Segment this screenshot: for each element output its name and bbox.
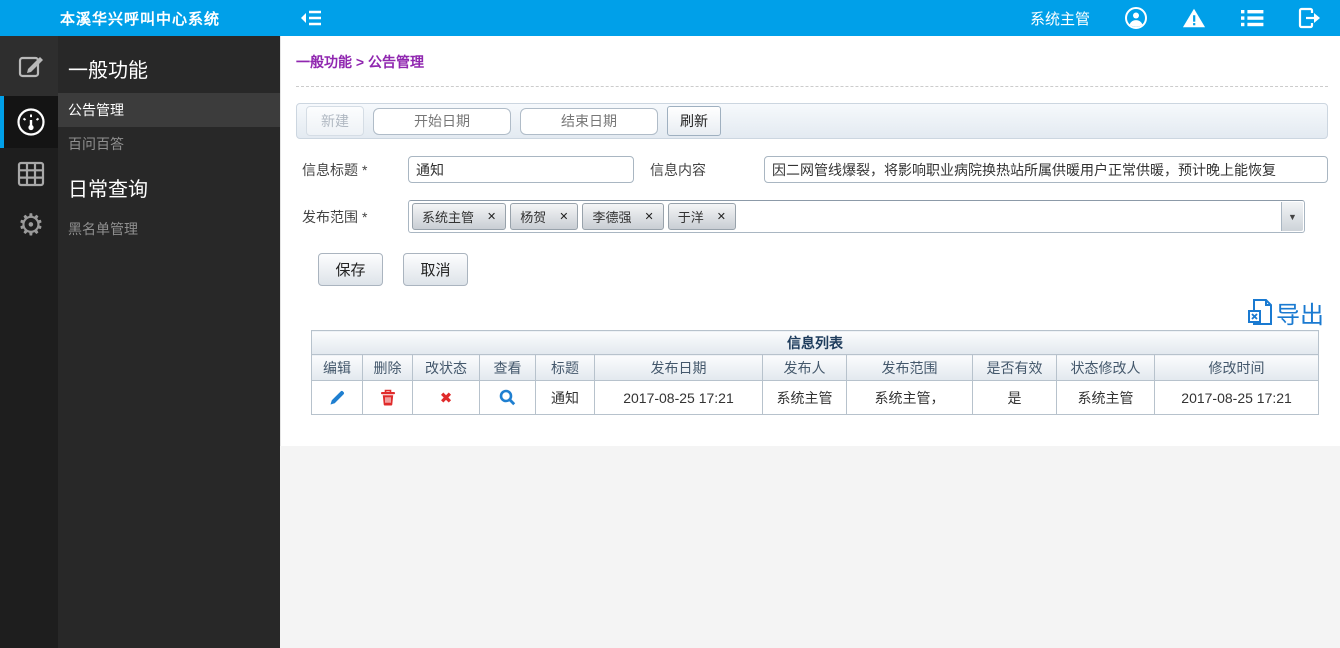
current-user-label: 系统主管 (1029, 10, 1090, 28)
content-input[interactable] (764, 156, 1328, 183)
tag-label: 于洋 (677, 210, 704, 225)
sidebar: ⚙ 一般功能 公告管理 百问百答 日常查询 黑名单管理 (0, 36, 280, 648)
table-title: 信息列表 (310, 330, 1320, 355)
data-grid-icon[interactable] (0, 148, 58, 200)
table-row: ✖ 通知 2017-08-25 17:21 系统主管 系统主管， 是 系统主管 … (311, 380, 1320, 415)
edit-pencil-icon[interactable] (329, 389, 346, 406)
new-button[interactable]: 新建 (306, 106, 364, 136)
main-area: 一般功能 > 公告管理 新建 刷新 信息标题* 信息内容 发布范围* 系统主管 (280, 36, 1340, 648)
edit-module-icon[interactable] (0, 36, 58, 96)
cancel-button[interactable]: 取消 (403, 253, 468, 286)
col-change-status: 改状态 (412, 354, 480, 381)
col-delete: 删除 (362, 354, 413, 381)
remove-tag-icon[interactable]: ✕ (559, 210, 568, 223)
toolbar: 新建 刷新 (296, 103, 1328, 139)
dashboard-gauge-icon[interactable] (0, 96, 58, 148)
scope-label: 发布范围 (302, 208, 358, 225)
cell-publish-date: 2017-08-25 17:21 (594, 380, 763, 415)
alert-warning-icon[interactable] (1182, 6, 1206, 30)
form-actions: 保存 取消 (296, 253, 1328, 286)
remove-tag-icon[interactable]: ✕ (717, 210, 726, 223)
end-date-input[interactable] (520, 107, 658, 135)
cell-valid: 是 (972, 380, 1057, 415)
breadcrumb[interactable]: 一般功能 > 公告管理 (296, 36, 1328, 72)
gear-glyph: ⚙ (17, 209, 45, 242)
required-mark: * (362, 161, 368, 178)
cell-status-modifier: 系统主管 (1056, 380, 1155, 415)
refresh-button[interactable]: 刷新 (667, 106, 721, 136)
remove-tag-icon[interactable]: ✕ (644, 210, 653, 223)
cell-scope: 系统主管， (846, 380, 973, 415)
export-button[interactable]: 导出 (296, 296, 1324, 329)
title-input[interactable] (408, 156, 634, 183)
table-header-row: 编辑 删除 改状态 查看 标题 发布日期 发布人 发布范围 是否有效 状态修改人… (311, 354, 1320, 381)
cell-modified-time: 2017-08-25 17:21 (1153, 380, 1320, 415)
remove-tag-icon[interactable]: ✕ (487, 210, 496, 223)
settings-gear-icon[interactable]: ⚙ (0, 200, 58, 252)
excel-file-icon (1246, 297, 1276, 327)
info-table: 信息列表 编辑 删除 改状态 查看 标题 发布日期 发布人 发布范围 是否有效 … (310, 330, 1320, 415)
scope-tag: 杨贺 ✕ (510, 203, 579, 230)
sidebar-item-blacklist-mgmt[interactable]: 黑名单管理 (58, 212, 280, 246)
change-status-x-icon[interactable]: ✖ (440, 390, 453, 407)
start-date-input[interactable] (373, 107, 511, 135)
scope-tag: 于洋 ✕ (667, 203, 736, 230)
col-publish-date: 发布日期 (594, 354, 763, 381)
tag-label: 李德强 (592, 210, 632, 225)
col-title: 标题 (535, 354, 595, 381)
save-button[interactable]: 保存 (318, 253, 383, 286)
form-row-title-content: 信息标题* 信息内容 (296, 156, 1328, 183)
task-list-icon[interactable] (1240, 6, 1264, 30)
cell-publisher: 系统主管 (762, 380, 847, 415)
collapse-menu-icon[interactable] (300, 9, 322, 27)
col-scope: 发布范围 (846, 354, 973, 381)
col-view: 查看 (479, 354, 536, 381)
title-label: 信息标题 (302, 161, 358, 178)
tag-label: 系统主管 (422, 210, 475, 225)
sidebar-item-announcement-mgmt[interactable]: 公告管理 (58, 93, 280, 127)
content-label: 信息内容 (650, 161, 706, 178)
col-status-modifier: 状态修改人 (1056, 354, 1155, 381)
delete-trash-icon[interactable] (380, 389, 396, 406)
form-row-scope: 发布范围 * 系统主管 ✕ 杨贺 ✕ 李德强 ✕ 于洋 ✕ ▼ (296, 200, 1328, 233)
content-panel: 一般功能 > 公告管理 新建 刷新 信息标题* 信息内容 发布范围* 系统主管 (280, 36, 1340, 446)
tag-label: 杨贺 (520, 210, 547, 225)
topbar: 本溪华兴呼叫中心系统 系统主管 (0, 0, 1340, 36)
menu-group-daily-query: 日常查询 (68, 179, 148, 201)
menu-group-general: 一般功能 (68, 60, 148, 82)
logout-icon[interactable] (1298, 6, 1322, 30)
sidebar-icon-rail: ⚙ (0, 36, 58, 648)
scope-tag: 李德强 ✕ (582, 203, 664, 230)
scope-tag: 系统主管 ✕ (412, 203, 507, 230)
col-publisher: 发布人 (762, 354, 847, 381)
sidebar-menu: 一般功能 公告管理 百问百答 日常查询 黑名单管理 (58, 36, 280, 648)
required-mark: * (362, 208, 368, 225)
chevron-down-icon[interactable]: ▼ (1281, 202, 1303, 231)
app-title: 本溪华兴呼叫中心系统 (59, 10, 220, 28)
col-modified-time: 修改时间 (1153, 354, 1320, 381)
col-valid: 是否有效 (972, 354, 1057, 381)
divider (296, 86, 1328, 87)
user-account-icon[interactable] (1124, 6, 1148, 30)
col-edit: 编辑 (311, 354, 363, 381)
export-label: 导出 (1276, 301, 1324, 329)
scope-multiselect[interactable]: 系统主管 ✕ 杨贺 ✕ 李德强 ✕ 于洋 ✕ ▼ (408, 200, 1305, 233)
view-magnifier-icon[interactable] (499, 389, 516, 406)
sidebar-item-faq[interactable]: 百问百答 (58, 127, 280, 161)
cell-title: 通知 (535, 380, 595, 415)
